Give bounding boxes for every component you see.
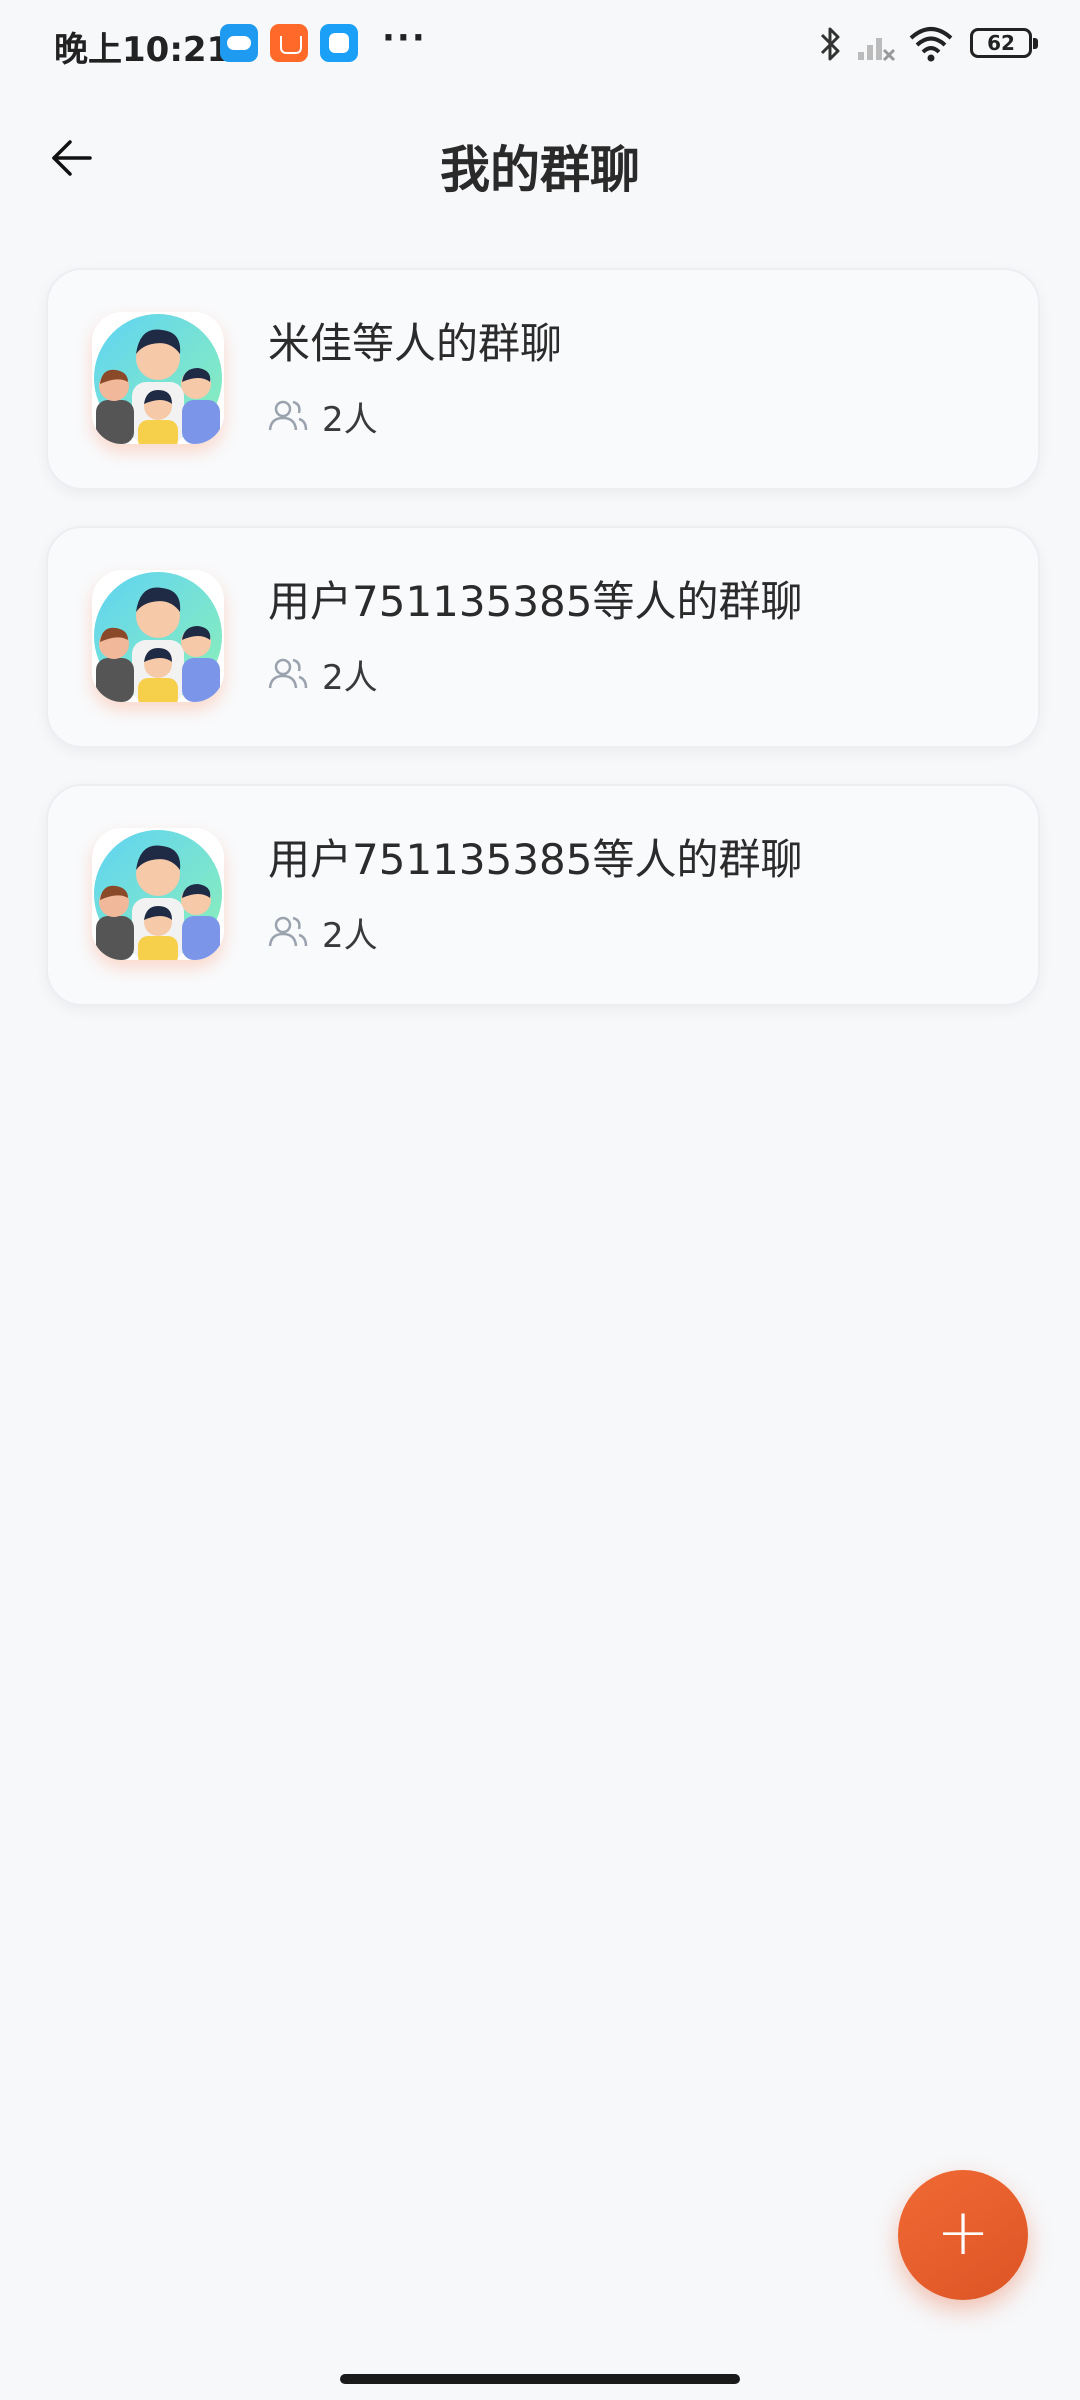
people-icon [268, 916, 308, 947]
group-name: 米佳等人的群聊 [268, 319, 563, 368]
battery-indicator: 62 [970, 28, 1038, 58]
member-count: 2人 [322, 658, 378, 698]
status-bar: 晚上10:21 ··· 62 [0, 0, 1080, 90]
status-time: 晚上10:21 [54, 30, 231, 70]
group-avatar [92, 828, 224, 960]
member-count: 2人 [322, 400, 378, 440]
shop-app-icon [270, 24, 308, 62]
signal-icon [858, 38, 896, 62]
home-indicator[interactable] [340, 2374, 740, 2384]
page-title: 我的群聊 [440, 141, 640, 199]
header: 我的群聊 [0, 110, 1080, 210]
add-group-button[interactable]: + [898, 2170, 1028, 2300]
group-card[interactable]: 用户751135385等人的群聊 2人 [46, 526, 1040, 748]
group-list: 米佳等人的群聊 2人 用户751135385等人的群聊 2人 用户7511353… [46, 268, 1040, 1042]
wifi-icon [909, 27, 953, 62]
group-card[interactable]: 用户751135385等人的群聊 2人 [46, 784, 1040, 1006]
group-name: 用户751135385等人的群聊 [268, 577, 803, 626]
plus-icon: + [936, 2196, 990, 2270]
group-avatar [92, 312, 224, 444]
people-icon [268, 658, 308, 689]
group-avatar [92, 570, 224, 702]
more-notifications-icon: ··· [382, 18, 427, 58]
group-card[interactable]: 米佳等人的群聊 2人 [46, 268, 1040, 490]
cloud-app-icon [220, 24, 258, 62]
people-icon [268, 400, 308, 431]
chat-app-icon [320, 24, 358, 62]
bluetooth-icon [820, 27, 840, 61]
group-name: 用户751135385等人的群聊 [268, 835, 803, 884]
member-count: 2人 [322, 916, 378, 956]
